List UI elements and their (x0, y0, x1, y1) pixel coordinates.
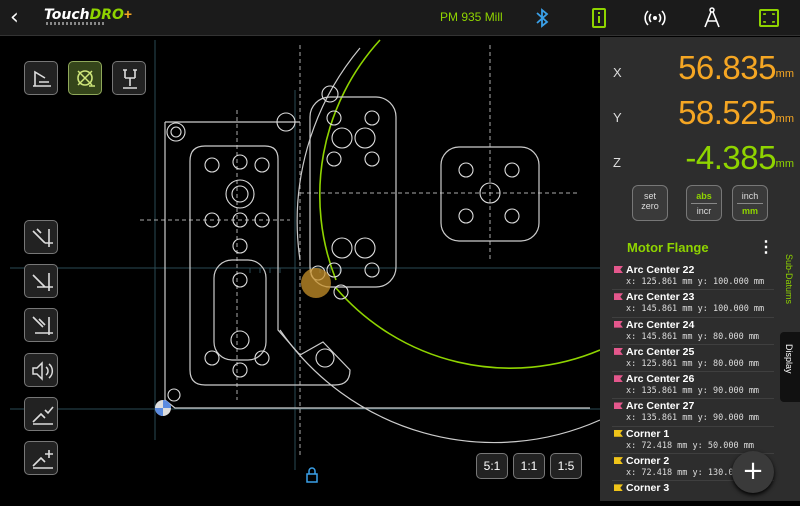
audio-button[interactable] (24, 353, 58, 387)
corner-flag-icon (614, 457, 623, 465)
dro-x-row[interactable]: X 56.835 mm (600, 47, 800, 87)
zoom-1-1-button[interactable]: 1:1 (513, 453, 545, 479)
inch-label: inch (741, 191, 759, 201)
display-tab-label: Display (784, 344, 794, 374)
zoom-5-1-button[interactable]: 5:1 (476, 453, 508, 479)
datum-list-title: Motor Flange (627, 240, 709, 255)
logo-text-plus: + (123, 6, 133, 22)
datum-name: Arc Center 25 (626, 345, 695, 358)
toggle-divider (691, 203, 717, 204)
datum-select-button[interactable] (24, 264, 58, 298)
lock-icon[interactable] (305, 467, 319, 483)
view-3d-button[interactable] (68, 61, 102, 95)
set-zero-label-2: zero (641, 201, 659, 211)
point-check-icon (32, 406, 54, 425)
tool-offset-button[interactable] (112, 61, 146, 95)
info-icon[interactable] (587, 6, 611, 30)
toggle-divider (737, 203, 763, 204)
dro-x-value: 56.835 (678, 49, 776, 86)
machine-name[interactable]: PM 935 Mill (440, 10, 503, 24)
part-drawing (10, 39, 601, 470)
back-arrow-icon[interactable]: ‹ (10, 6, 32, 30)
datum-name: Corner 3 (626, 482, 670, 495)
set-zero-label-1: set (643, 191, 656, 201)
fullscreen-icon[interactable] (757, 6, 781, 30)
datum-select-icon (32, 273, 53, 291)
arc-flag-icon (614, 266, 623, 273)
arc-flag-icon (614, 320, 623, 328)
corner-flag-icon (614, 484, 623, 492)
arc-flag-icon (614, 402, 623, 410)
datum-edit-button[interactable] (24, 220, 58, 254)
dro-z-row[interactable]: Z -4.385 mm (600, 137, 800, 177)
arc-flag-icon (614, 347, 623, 355)
logo-text-dro: DRO (89, 7, 124, 23)
datum-name: Arc Center 22 (626, 264, 695, 276)
logo-underline (46, 22, 106, 25)
datum-coords: x: 145.861 mm y: 100.000 mm (626, 304, 765, 315)
sub-datums-tab[interactable]: Sub-Datums (784, 254, 794, 304)
dro-y-unit: mm (775, 113, 794, 125)
point-add-icon (32, 450, 53, 469)
arc-flag-icon (614, 375, 623, 383)
corner-flag-icon (614, 429, 623, 437)
set-zero-button[interactable]: set zero (632, 185, 668, 221)
machine-view-icon (33, 70, 51, 87)
list-item[interactable]: Arc Center 26 x: 135.861 mm y: 90.000 mm (612, 372, 774, 400)
point-check-button[interactable] (24, 397, 58, 431)
wireless-icon[interactable] (643, 6, 667, 30)
dro-y-value: 58.525 (678, 94, 776, 131)
list-item[interactable]: Arc Center 23 x: 145.861 mm y: 100.000 m… (612, 290, 774, 318)
add-datum-button[interactable]: + (732, 451, 774, 493)
datum-coords: x: 125.861 mm y: 100.000 mm (626, 277, 765, 287)
datum-coords: x: 125.861 mm y: 80.000 mm (626, 358, 760, 369)
datum-name: Arc Center 26 (626, 373, 695, 386)
bluetooth-icon[interactable] (530, 6, 554, 30)
datum-name: Arc Center 27 (626, 400, 695, 413)
dro-y-row[interactable]: Y 58.525 mm (600, 92, 800, 132)
list-item[interactable]: Arc Center 22 x: 125.861 mm y: 100.000 m… (612, 263, 774, 291)
zoom-1-5-button[interactable]: 1:5 (550, 453, 582, 479)
dro-x-unit: mm (775, 68, 794, 80)
datum-name: Arc Center 23 (626, 291, 695, 304)
datum-add-button[interactable] (24, 308, 58, 342)
list-item[interactable]: Corner 1 x: 72.418 mm y: 50.000 mm (612, 427, 774, 455)
drawing-canvas[interactable]: 5:1 1:1 1:5 (0, 37, 601, 501)
unit-toggle[interactable]: inch mm (732, 185, 768, 221)
dro-panel: X 56.835 mm Y 58.525 mm Z -4.385 mm set … (600, 37, 800, 501)
datum-add-icon (32, 316, 53, 335)
datum-edit-icon (32, 228, 53, 247)
abs-incr-toggle[interactable]: abs incr (686, 185, 722, 221)
more-options-icon[interactable]: ⋮ (758, 239, 774, 257)
list-item[interactable]: Arc Center 24 x: 145.861 mm y: 80.000 mm (612, 318, 774, 345)
top-app-bar: ‹ TouchDRO+ PM 935 Mill (0, 0, 800, 36)
point-add-button[interactable] (24, 441, 58, 475)
view-3d-icon (77, 70, 95, 87)
tool-offset-icon (123, 69, 137, 89)
compass-icon[interactable] (700, 6, 724, 30)
logo-text-touch: Touch (44, 7, 90, 23)
touchdro-logo: TouchDRO+ (44, 6, 132, 30)
axis-label-y: Y (613, 110, 622, 125)
datum-coords: x: 145.861 mm y: 80.000 mm (626, 331, 760, 342)
list-item[interactable]: Arc Center 27 x: 135.861 mm y: 90.000 mm (612, 399, 774, 427)
machine-view-button[interactable] (24, 61, 58, 95)
datum-name: Corner 1 (626, 427, 670, 440)
datum-coords: x: 135.861 mm y: 90.000 mm (626, 413, 760, 424)
mm-label: mm (741, 206, 758, 216)
incr-label: incr (696, 206, 712, 216)
datum-coords: x: 72.418 mm y: 50.000 mm (626, 440, 754, 451)
datum-name: Arc Center 24 (626, 318, 695, 331)
dro-z-unit: mm (775, 158, 794, 170)
axis-label-z: Z (613, 155, 621, 170)
datum-coords: x: 135.861 mm y: 90.000 mm (626, 386, 760, 397)
dro-z-value: -4.385 (685, 139, 776, 176)
datum-name: Corner 2 (626, 455, 670, 468)
display-tab[interactable]: Display (780, 332, 800, 402)
axis-label-x: X (613, 65, 622, 80)
abs-label: abs (696, 191, 712, 201)
list-item[interactable]: Arc Center 25 x: 125.861 mm y: 80.000 mm (612, 345, 774, 373)
arc-flag-icon (614, 293, 623, 301)
audio-icon (32, 361, 54, 381)
